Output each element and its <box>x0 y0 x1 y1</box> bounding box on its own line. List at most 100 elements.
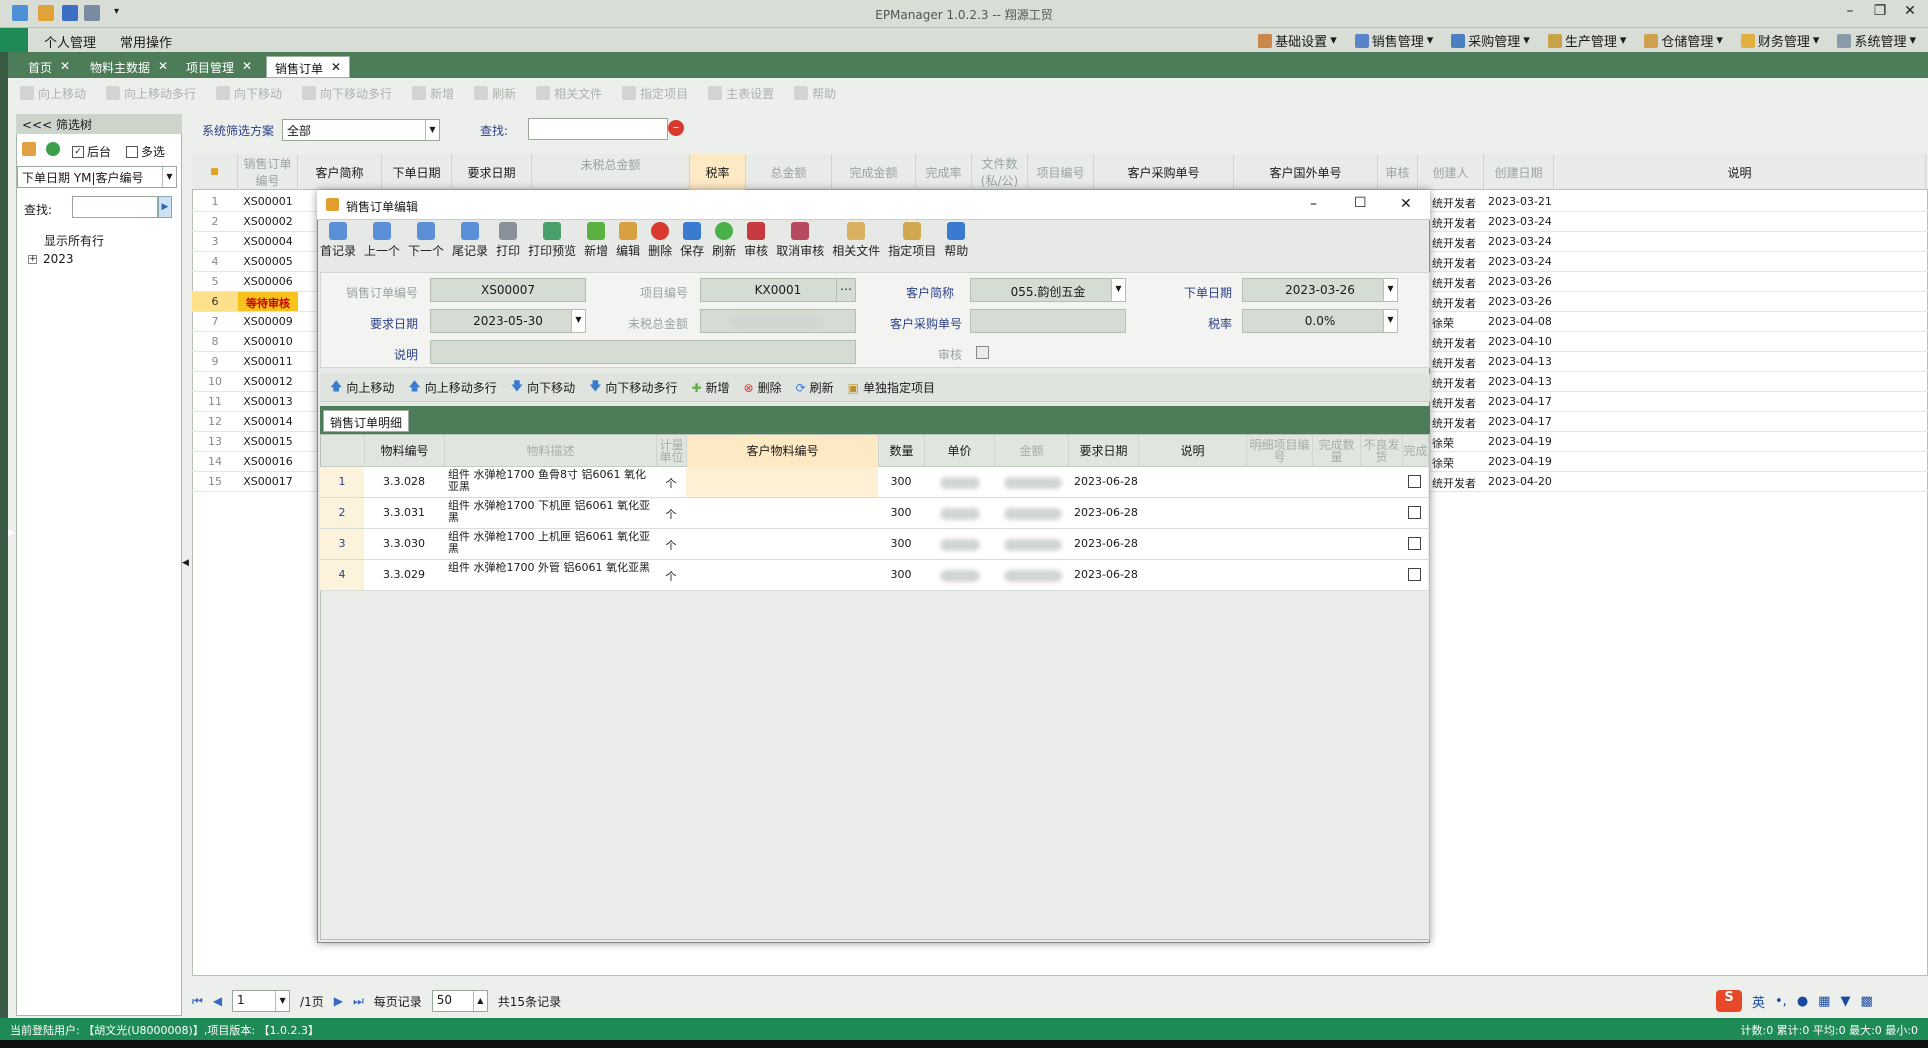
col-creator[interactable]: 创建人 <box>1418 154 1484 190</box>
order-id-cell[interactable]: XS00005 <box>238 255 298 268</box>
order-id-cell[interactable]: XS00013 <box>238 395 298 408</box>
print-button[interactable]: 打印 <box>496 222 520 266</box>
customer-material-cell[interactable] <box>686 498 878 528</box>
group-by-select[interactable]: 下单日期 YM|客户编号 ▼ <box>17 166 177 188</box>
chevron-down-icon[interactable]: ▼ <box>275 991 289 1011</box>
delete-button[interactable]: 删除 <box>648 222 672 266</box>
dialog-refresh-button[interactable]: 刷新 <box>712 222 736 266</box>
menu-warehouse[interactable]: 仓储管理 ▾ <box>1644 31 1723 50</box>
qty-cell[interactable]: 300 <box>878 506 924 519</box>
detail-move-up-button[interactable]: 🡅 向上移动 <box>330 377 394 398</box>
col-po[interactable]: 客户采购单号 <box>1094 154 1234 190</box>
material-code-cell[interactable]: 3.3.030 <box>364 537 444 550</box>
close-icon[interactable]: ✕ <box>158 59 168 75</box>
col-order-date[interactable]: 下单日期 <box>382 154 452 190</box>
order-id-cell[interactable]: XS00002 <box>238 215 298 228</box>
col-created[interactable]: 创建日期 <box>1484 154 1554 190</box>
per-page-stepper[interactable]: 50 ▲ <box>431 990 488 1012</box>
menu-finance[interactable]: 财务管理 ▾ <box>1740 31 1819 50</box>
help-button[interactable]: 帮助 <box>794 82 836 104</box>
chevron-down-icon[interactable]: ▼ <box>162 167 176 187</box>
material-desc-cell[interactable]: 组件 水弹枪1700 外管 铝6061 氧化亚黑 <box>448 562 653 590</box>
detail-row[interactable]: 2 3.3.031 组件 水弹枪1700 下机匣 铝6061 氧化亚黑个 300 202… <box>320 498 1428 529</box>
dcol-cust-code[interactable]: 客户物料编号 <box>687 435 879 467</box>
dcol-price[interactable]: 单价 <box>925 435 995 467</box>
order-id-cell[interactable]: XS00011 <box>238 355 298 368</box>
unit-cell[interactable]: 个 <box>656 568 686 584</box>
related-files-button[interactable]: 相关文件 <box>536 82 602 104</box>
detail-move-down-button[interactable]: 🡇 向下移动 <box>511 377 575 398</box>
dcol-req-date[interactable]: 要求日期 <box>1069 435 1139 467</box>
filter-tree-header[interactable]: <<< 筛选树 <box>16 114 182 134</box>
detail-move-up-multi-button[interactable]: 🡅 向上移动多行 <box>408 377 496 398</box>
unit-cell[interactable]: 个 <box>656 537 686 553</box>
multi-select-checkbox[interactable]: 多选 <box>126 143 165 160</box>
dialog-add-button[interactable]: 新增 <box>584 222 608 266</box>
qty-cell[interactable]: 300 <box>878 568 924 581</box>
col-customer[interactable]: 客户简称 <box>298 154 382 190</box>
tab-material[interactable]: 物料主数据 ✕ <box>82 56 176 78</box>
expand-icon[interactable]: + <box>28 254 37 264</box>
dialog-assign-project-button[interactable]: 指定项目 <box>888 222 936 266</box>
material-code-cell[interactable]: 3.3.028 <box>364 475 444 488</box>
detail-add-button[interactable]: ✚ 新增 <box>691 379 729 396</box>
ime-lang[interactable]: 英 <box>1752 992 1765 1011</box>
move-up-multi-button[interactable]: 向上移动多行 <box>106 82 196 104</box>
project-lookup-button[interactable]: … <box>836 278 856 302</box>
detail-req-date-cell[interactable]: 2023-06-28 <box>1074 537 1138 550</box>
detail-req-date-cell[interactable]: 2023-06-28 <box>1074 568 1138 581</box>
col-order-no[interactable]: 销售订单编号 <box>238 154 298 190</box>
dialog-close-icon[interactable]: ✕ <box>1400 196 1412 212</box>
punct-icon[interactable]: •, <box>1775 994 1787 1009</box>
minimize-icon[interactable]: – <box>1836 3 1864 19</box>
order-id-cell[interactable]: XS00009 <box>238 315 298 328</box>
menu-sales[interactable]: 销售管理 ▾ <box>1354 31 1433 50</box>
mic-icon[interactable]: ● <box>1797 994 1808 1009</box>
col-untaxed[interactable]: 未税总金额 <box>532 154 690 190</box>
detail-row[interactable]: 4 3.3.029 组件 水弹枪1700 外管 铝6061 氧化亚黑个 300 2023… <box>320 560 1428 591</box>
unit-cell[interactable]: 个 <box>656 475 686 491</box>
col-done-amount[interactable]: 完成金额 <box>832 154 916 190</box>
order-id-cell[interactable]: XS00014 <box>238 415 298 428</box>
customer-select[interactable]: 055.韵创五金 ▼ <box>970 278 1126 302</box>
note-field[interactable] <box>430 340 856 364</box>
unit-cell[interactable]: 个 <box>656 506 686 522</box>
keyboard-icon[interactable]: ▦ <box>1818 994 1830 1009</box>
dcol-item-project[interactable]: 明细项目编号 <box>1247 435 1313 467</box>
dcol-desc[interactable]: 物料描述 <box>445 435 657 467</box>
backend-checkbox[interactable]: ✓ 后台 <box>72 143 111 160</box>
col-project-no[interactable]: 项目编号 <box>1028 154 1094 190</box>
order-id-cell[interactable]: XS00012 <box>238 375 298 388</box>
audit-checkbox[interactable] <box>976 346 989 359</box>
tree-expand-icon[interactable] <box>22 142 36 156</box>
tab-sales-order[interactable]: 销售订单 ✕ <box>266 56 351 78</box>
left-splitter-icon[interactable]: ▶ <box>8 528 15 538</box>
prev-record-button[interactable]: 上一个 <box>364 222 400 266</box>
tab-order-detail[interactable]: 销售订单明细 <box>323 410 410 432</box>
done-checkbox[interactable] <box>1408 568 1421 581</box>
toolbox-icon[interactable]: ▩ <box>1860 994 1872 1009</box>
dcol-unit[interactable]: 计量单位 <box>657 435 687 467</box>
move-up-button[interactable]: 向上移动 <box>20 82 86 104</box>
material-code-cell[interactable]: 3.3.031 <box>364 506 444 519</box>
dialog-related-files-button[interactable]: 相关文件 <box>832 222 880 266</box>
tree-item-all[interactable]: 显示所有行 <box>44 232 104 249</box>
detail-req-date-cell[interactable]: 2023-06-28 <box>1074 475 1138 488</box>
first-record-button[interactable]: 首记录 <box>320 222 356 266</box>
next-record-button[interactable]: 下一个 <box>408 222 444 266</box>
chevron-down-icon[interactable]: ▼ <box>1111 279 1125 301</box>
po-field[interactable] <box>970 309 1126 333</box>
scheme-select[interactable]: 全部 ▼ <box>282 119 440 141</box>
search-go-icon[interactable]: ▶ <box>158 196 172 218</box>
move-down-multi-button[interactable]: 向下移动多行 <box>302 82 392 104</box>
project-no-field[interactable]: KX0001 <box>700 278 856 302</box>
calendar-dropdown-icon[interactable]: ▼ <box>571 310 585 332</box>
detail-row[interactable]: 1 3.3.028 组件 水弹枪1700 鱼骨8寸 铝6061 氧化亚黑个 300 20… <box>320 467 1428 498</box>
skin-icon[interactable]: ▼ <box>1840 994 1850 1009</box>
qty-cell[interactable]: 300 <box>878 475 924 488</box>
detail-req-date-cell[interactable]: 2023-06-28 <box>1074 506 1138 519</box>
customer-material-cell[interactable] <box>686 529 878 559</box>
refresh-button[interactable]: 刷新 <box>474 82 516 104</box>
col-done-rate[interactable]: 完成率 <box>916 154 972 190</box>
material-code-cell[interactable]: 3.3.029 <box>364 568 444 581</box>
